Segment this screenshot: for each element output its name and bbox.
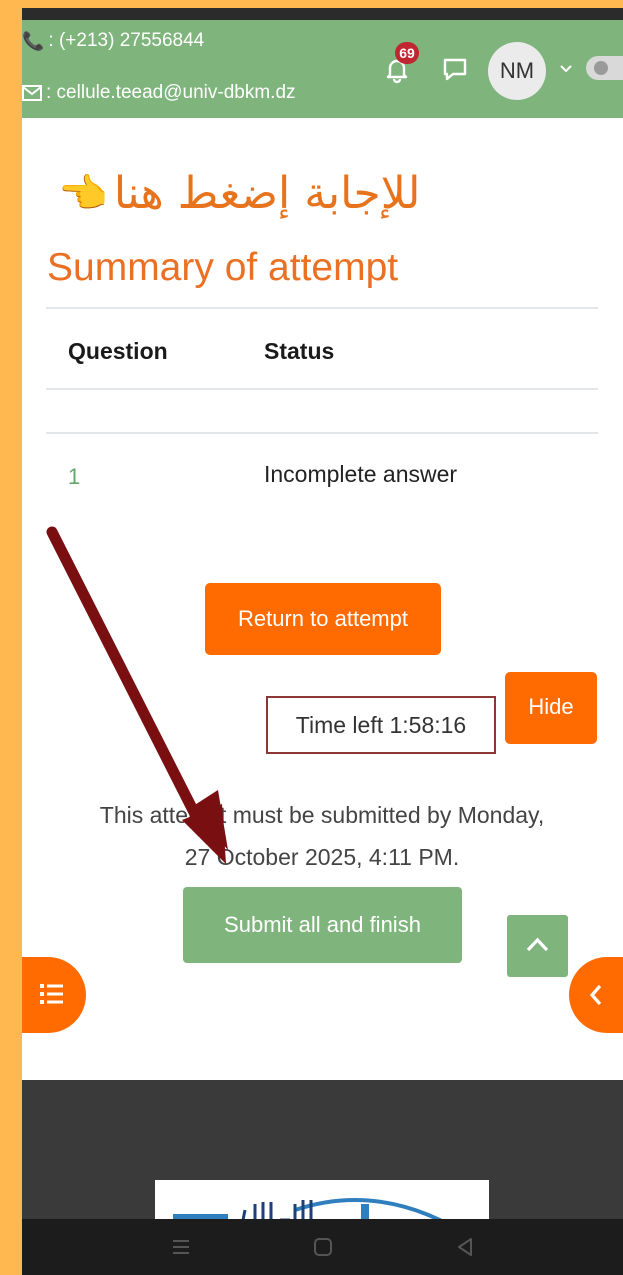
android-nav-bar: [22, 1219, 623, 1275]
status-strip: [22, 8, 623, 20]
back-nav-icon[interactable]: [453, 1235, 477, 1259]
home-nav-icon[interactable]: [311, 1235, 335, 1259]
browser-viewport: 📞 : (+213) 27556844 : cellule.teead@univ…: [22, 20, 623, 1240]
menu-nav-icon[interactable]: [169, 1235, 193, 1259]
site-footer: [22, 1080, 623, 1240]
arrow-pointer: [46, 526, 228, 864]
